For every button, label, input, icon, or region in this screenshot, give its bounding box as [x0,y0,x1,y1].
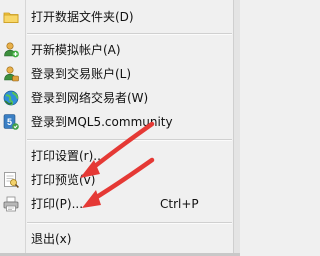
menu-item-print[interactable]: 打印(P)... Ctrl+P [0,193,232,215]
menu-item-shortcut: Ctrl+P [160,197,199,211]
menu-item-login-mql5-community[interactable]: 5 登录到MQL5.community [0,111,232,133]
menu-item-login-trade-account[interactable]: 登录到交易账户(L) [0,63,232,85]
menu-item-exit[interactable]: 退出(x) [0,228,232,250]
menu-item-label: 打印(P)... [31,197,84,211]
menu-item-label: 退出(x) [31,232,72,246]
login-account-icon [2,65,20,83]
menu-item-label: 登录到交易账户(L) [31,67,132,81]
menu-item-label: 打开数据文件夹(D) [31,10,134,24]
print-preview-icon [2,171,20,189]
menu-item-label: 打印设置(r)... [31,149,105,163]
menu-item-open-data-folder[interactable]: 打开数据文件夹(D) [0,6,232,28]
file-menu: 打开数据文件夹(D) 开新模拟帐户(A) 登录到交易账户(L) 登录到网络交易者… [0,0,240,256]
menu-item-label: 打印预览(v) [31,173,96,187]
svg-text:5: 5 [7,117,12,127]
menu-item-label: 开新模拟帐户(A) [31,43,121,57]
menu-separator [27,222,232,224]
menu-item-open-demo-account[interactable]: 开新模拟帐户(A) [0,39,232,61]
menu-item-label: 登录到MQL5.community [31,115,173,129]
printer-icon [2,195,20,213]
globe-icon [2,89,20,107]
menu-item-login-web-trader[interactable]: 登录到网络交易者(W) [0,87,232,109]
menu-item-label: 登录到网络交易者(W) [31,91,149,105]
menu-separator [27,139,232,141]
menu-item-print-setup[interactable]: 打印设置(r)... [0,145,232,167]
menu-separator [27,33,232,35]
folder-icon [2,8,20,26]
menu-item-print-preview[interactable]: 打印预览(v) [0,169,232,191]
menu-right-edge [233,0,240,256]
mql5-icon: 5 [2,113,20,131]
add-account-icon [2,41,20,59]
